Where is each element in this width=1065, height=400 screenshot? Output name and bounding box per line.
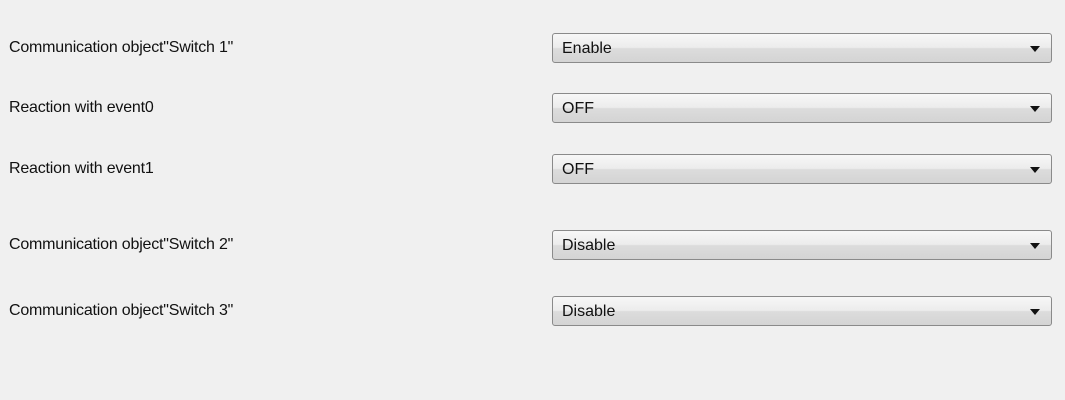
- switch-3-select-value: Disable: [562, 303, 616, 320]
- chevron-down-icon: [1030, 46, 1040, 52]
- chevron-down-icon: [1030, 309, 1040, 315]
- event0-select[interactable]: OFF: [552, 93, 1052, 123]
- event1-select[interactable]: OFF: [552, 154, 1052, 184]
- setting-row-event1: Reaction with event1 OFF: [0, 154, 1065, 186]
- setting-label-switch-3: Communication object"Switch 3": [9, 302, 234, 319]
- setting-row-switch-3: Communication object"Switch 3" Disable: [0, 296, 1065, 328]
- switch-1-select-value: Enable: [562, 40, 612, 57]
- event1-select-value: OFF: [562, 161, 594, 178]
- chevron-down-icon: [1030, 167, 1040, 173]
- switch-2-select-value: Disable: [562, 237, 616, 254]
- setting-label-switch-2: Communication object"Switch 2": [9, 236, 234, 253]
- setting-row-event0: Reaction with event0 OFF: [0, 93, 1065, 125]
- chevron-down-icon: [1030, 243, 1040, 249]
- switch-3-select[interactable]: Disable: [552, 296, 1052, 326]
- event0-select-value: OFF: [562, 100, 594, 117]
- setting-label-event1: Reaction with event1: [9, 160, 154, 177]
- setting-row-switch-1: Communication object"Switch 1" Enable: [0, 33, 1065, 65]
- chevron-down-icon: [1030, 106, 1040, 112]
- setting-row-switch-2: Communication object"Switch 2" Disable: [0, 230, 1065, 262]
- setting-label-switch-1: Communication object"Switch 1": [9, 39, 234, 56]
- switch-2-select[interactable]: Disable: [552, 230, 1052, 260]
- settings-panel: Communication object"Switch 1" Enable Re…: [0, 0, 1065, 400]
- setting-label-event0: Reaction with event0: [9, 99, 154, 116]
- switch-1-select[interactable]: Enable: [552, 33, 1052, 63]
